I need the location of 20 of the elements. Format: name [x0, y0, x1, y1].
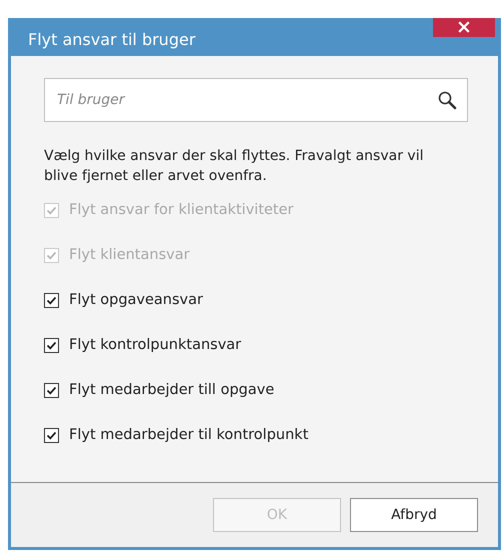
- checkmark-icon: [46, 294, 57, 306]
- search-icon: [437, 90, 457, 110]
- checkbox[interactable]: [44, 338, 59, 352]
- checkbox-label[interactable]: Flyt kontrolpunktansvar: [69, 337, 242, 353]
- checkbox[interactable]: [44, 292, 59, 308]
- instruction-text: Vælg hvilke ansvar der skal flyttes. Fravalgt ansvar vil blive fjernet eller arvet ovenfra.: [44, 147, 424, 186]
- dialog-button[interactable]: Afbryd: [350, 498, 478, 532]
- checkbox-label[interactable]: Flyt medarbejder till opgave: [69, 382, 274, 398]
- checkmark-icon: [46, 250, 57, 260]
- checkbox[interactable]: [44, 382, 59, 398]
- checkmark-icon: [46, 384, 57, 396]
- checkbox[interactable]: [44, 428, 59, 442]
- window-title: Flyt ansvar til bruger: [27, 28, 196, 48]
- search-field[interactable]: Til bruger: [44, 78, 468, 122]
- checkmark-icon: [46, 340, 57, 350]
- checkbox-label[interactable]: Flyt medarbejder til kontrolpunkt: [69, 427, 308, 443]
- checkmark-icon: [46, 430, 57, 440]
- checkmark-icon: [46, 204, 57, 216]
- close-button[interactable]: ×: [433, 18, 495, 37]
- checkbox-label[interactable]: Flyt opgaveansvar: [69, 292, 203, 308]
